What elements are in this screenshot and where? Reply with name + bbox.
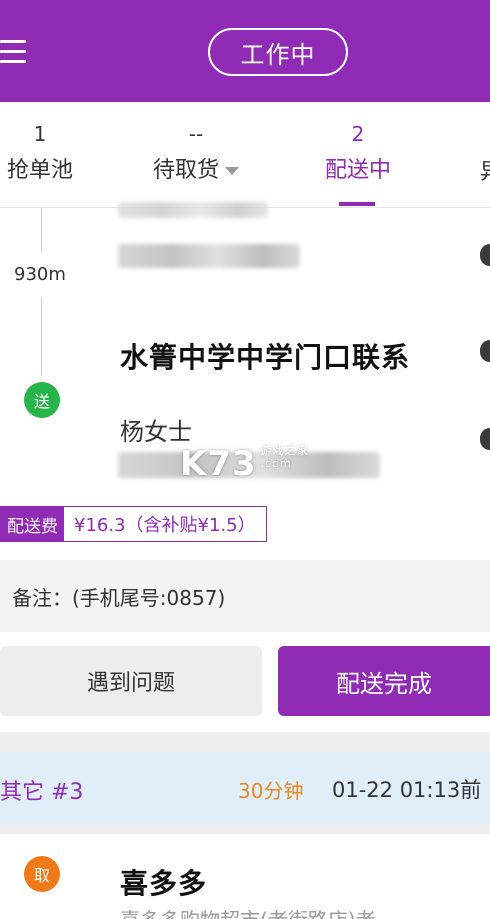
timeline-line: [41, 208, 42, 252]
active-tab-indicator: [339, 202, 375, 206]
navigate-icon[interactable]: [480, 340, 490, 362]
deliver-badge-icon: 送: [24, 382, 60, 418]
tab-count: 1: [33, 122, 47, 146]
next-order-header: 其它 #3 30分钟 01-22 01:13前: [0, 752, 490, 824]
blurred-pickup-address: [118, 244, 300, 268]
timeline-line: [41, 298, 42, 376]
blurred-pickup-info: [118, 202, 268, 218]
deadline-time: 01-22 01:13前: [332, 778, 482, 802]
time-limit: 30分钟: [238, 779, 304, 803]
contact-name: 杨女士: [120, 418, 192, 446]
destination-title: 水箐中学中学门口联系: [120, 341, 411, 374]
dropdown-caret-icon: [225, 167, 239, 175]
fee-label: 配送费: [1, 507, 64, 541]
phone-icon[interactable]: [480, 428, 490, 450]
work-status-toggle[interactable]: 工作中: [208, 28, 348, 76]
tab-count: 2: [351, 122, 365, 146]
tab-label: 配送中: [324, 158, 391, 183]
tab-exception-partial[interactable]: 异: [480, 154, 490, 186]
next-order-card[interactable]: 取 喜多多 喜多多购物超市(老街路店)老: [0, 834, 490, 919]
tab-awaiting-pickup[interactable]: -- 待取货: [146, 120, 246, 184]
pickup-badge-icon: 取: [24, 856, 60, 892]
watermark-logo: K73 游戏之家 .com: [180, 444, 309, 484]
distance-label: 930m: [14, 264, 66, 285]
shop-address: 喜多多购物超市(老街路店)老: [120, 904, 376, 919]
shop-name: 喜多多: [120, 867, 208, 900]
order-status-tabs: 1 抢单池 -- 待取货 2 配送中 异: [0, 102, 490, 208]
report-problem-button[interactable]: 遇到问题: [0, 646, 262, 716]
order-tag: 其它 #3: [0, 780, 84, 805]
fee-value: ¥16.3（含补贴¥1.5）: [64, 507, 266, 541]
order-note: 备注：(手机尾号:0857): [0, 560, 490, 632]
order-card: 930m 送 水箐中学中学门口联系 杨女士 K73 游戏之家 .com 配送费 ¥1…: [0, 202, 490, 732]
tab-label: 待取货: [152, 158, 219, 183]
menu-icon[interactable]: [0, 40, 26, 64]
navigate-icon[interactable]: [480, 244, 490, 266]
tab-delivering[interactable]: 2 配送中: [320, 120, 396, 184]
tab-grab-pool[interactable]: 1 抢单池: [4, 120, 76, 184]
tab-label: 抢单池: [6, 158, 73, 183]
tab-count: --: [188, 122, 204, 146]
delivery-complete-button[interactable]: 配送完成: [278, 646, 490, 716]
top-app-bar: 工作中: [0, 0, 490, 102]
delivery-fee-tag: 配送费 ¥16.3（含补贴¥1.5）: [0, 506, 267, 542]
